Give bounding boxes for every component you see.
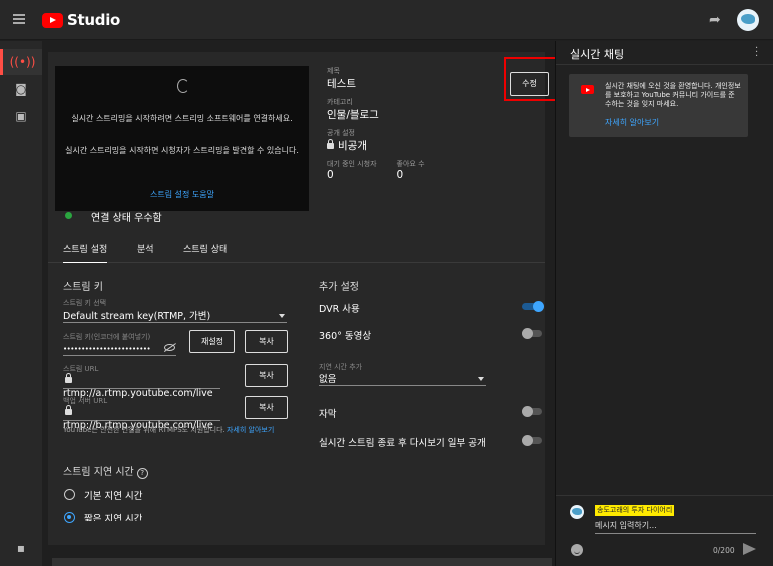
visibility-label: 공개 설정 [327, 129, 355, 137]
menu-icon[interactable] [13, 14, 25, 24]
stream-preview: 실시간 스트리밍을 시작하려면 스트리밍 소프트웨어를 연결하세요. 실시간 스… [55, 66, 309, 211]
tab-stream-settings[interactable]: 스트림 설정 [63, 242, 108, 264]
character-counter: 0/200 [713, 546, 735, 555]
copy-backup-url-button[interactable]: 복사 [245, 396, 288, 419]
copy-url-button[interactable]: 복사 [245, 364, 288, 387]
stream-key-field[interactable]: •••••••••••••••••••••••• [63, 341, 176, 356]
status-text: 연결 상태 우수함 [91, 213, 162, 224]
loading-spinner-icon [177, 79, 189, 93]
viewers-label: 대기 중인 시청자 [327, 160, 377, 168]
lock-icon [327, 139, 334, 149]
username-chip: 송도고래의 투자 다이어리 [595, 505, 675, 516]
welcome-text: 실시간 채팅에 오신 것을 환영합니다. 개인정보를 보호하고 YouTube … [605, 82, 741, 108]
chevron-down-icon [279, 314, 285, 318]
feedback-icon[interactable]: ▪ [0, 535, 42, 561]
category-value: 인물/블로그 [327, 109, 379, 121]
live-stream-icon[interactable]: ((•)) [0, 49, 42, 75]
dvr-toggle[interactable] [522, 301, 544, 312]
stream-tabs: 스트림 설정 분석 스트림 상태 [48, 237, 545, 264]
chat-input-area: 송도고래의 투자 다이어리 메시지 입력하기... 0/200 [556, 495, 773, 566]
lock-icon [65, 405, 72, 415]
video360-label: 360° 동영상 [319, 331, 372, 342]
rtmps-learn-more-link[interactable]: 자세히 알아보기 [227, 426, 274, 434]
stream-url-field[interactable]: rtmp://a.rtmp.youtube.com/live [63, 373, 220, 399]
stream-key-heading: 스트림 키 [63, 282, 103, 293]
delay-select[interactable]: 없음 [319, 371, 486, 386]
captions-toggle[interactable] [522, 406, 544, 417]
tab-analytics[interactable]: 분석 [137, 242, 154, 255]
visibility-value: 비공개 [327, 138, 487, 153]
radio-normal-latency[interactable] [64, 489, 75, 500]
stream-key-select-label: 스트림 키 선택 [63, 299, 107, 307]
lock-icon [65, 373, 72, 383]
latency-heading-text: 스트림 지연 시간 [63, 467, 134, 478]
title-label: 제목 [327, 67, 340, 75]
dvr-label: DVR 사용 [319, 304, 360, 315]
app-name: Studio [67, 11, 121, 29]
stream-key-select-value: Default stream key(RTMP, 가변) [63, 311, 211, 322]
chat-learn-more-link[interactable]: 자세히 알아보기 [605, 117, 659, 128]
preview-message-discover: 실시간 스트리밍을 시작하면 시청자가 스트리밍을 발견할 수 있습니다. [65, 146, 299, 155]
top-bar: Studio ➦ [0, 0, 773, 40]
chat-title: 실시간 채팅 [570, 48, 625, 61]
likes-stat: 좋아요 수 0 [397, 159, 425, 187]
camera-icon[interactable]: ◙ [0, 76, 42, 102]
calendar-icon[interactable]: ▣ [0, 103, 42, 129]
chat-message-input[interactable]: 메시지 입력하기... [595, 520, 756, 534]
additional-settings-heading: 추가 설정 [319, 282, 359, 293]
studio-logo[interactable]: Studio [42, 10, 120, 30]
more-vertical-icon[interactable]: · · · [755, 44, 758, 62]
low-latency-label: 짧은 지연 시간 [84, 514, 143, 521]
category-label: 카테고리 [327, 98, 353, 106]
chat-header: 실시간 채팅 · · · [556, 41, 773, 65]
connection-status: 연결 상태 우수함 [48, 203, 545, 229]
tab-stream-health[interactable]: 스트림 상태 [183, 242, 227, 255]
horizontal-scrollbar[interactable] [52, 558, 552, 566]
user-avatar [570, 505, 584, 519]
emoji-icon[interactable] [571, 544, 583, 556]
copy-key-button[interactable]: 복사 [245, 330, 288, 353]
preview-message-connect: 실시간 스트리밍을 시작하려면 스트리밍 소프트웨어를 연결하세요. [71, 114, 293, 123]
stream-key-select[interactable]: Default stream key(RTMP, 가변) [63, 308, 287, 323]
account-avatar[interactable] [737, 9, 759, 31]
video360-toggle[interactable] [522, 328, 544, 339]
reset-key-button[interactable]: 재설정 [189, 330, 235, 353]
delay-value: 없음 [319, 374, 337, 385]
status-indicator [65, 212, 72, 219]
rtmps-note: YouTube는 안전한 연결을 위해 RTMPS도 지원합니다. 자세히 알아… [63, 426, 291, 435]
latency-heading: 스트림 지연 시간? [63, 463, 148, 479]
captions-label: 자막 [319, 409, 337, 420]
live-chat-panel: 실시간 채팅 · · · 실시간 채팅에 오신 것을 환영합니다. 개인정보를 보호… [555, 41, 773, 566]
stream-key-value: •••••••••••••••••••••••• [63, 345, 151, 353]
stream-settings-panel: 스트림 키 스트림 키 선택 Default stream key(RTMP, … [48, 263, 545, 545]
replay-toggle[interactable] [522, 435, 544, 446]
likes-label: 좋아요 수 [396, 160, 425, 168]
radio-low-latency[interactable] [64, 512, 75, 523]
viewers-value: 0 [327, 169, 334, 181]
chevron-down-icon [478, 377, 484, 381]
viewers-stat: 대기 중인 시청자 0 [327, 159, 377, 187]
left-rail: ((•)) ◙ ▣ ▪ [0, 41, 42, 566]
stream-details: 제목 테스트 카테고리 인물/블로그 공개 설정 비공개 대기 중인 시청자 0… [327, 66, 487, 187]
normal-latency-label: 기본 지연 시간 [84, 491, 143, 502]
help-icon[interactable]: ? [136, 468, 148, 479]
likes-value: 0 [396, 169, 404, 181]
replay-label: 실시간 스트림 종료 후 다시보기 일부 공개 [319, 438, 486, 449]
share-icon[interactable]: ➦ [709, 13, 725, 27]
backup-url-field[interactable]: rtmp://b.rtmp.youtube.com/live [63, 405, 220, 431]
stream-setup-help-link[interactable]: 스트림 설정 도움말 [55, 189, 309, 200]
stream-stats: 대기 중인 시청자 0 좋아요 수 0 [327, 159, 487, 187]
title-value: 테스트 [327, 78, 356, 90]
edit-button-highlight [504, 57, 557, 101]
main-panel: 실시간 스트리밍을 시작하려면 스트리밍 소프트웨어를 연결하세요. 실시간 스… [42, 41, 555, 566]
chat-welcome-message: 실시간 채팅에 오신 것을 환영합니다. 개인정보를 보호하고 YouTube … [569, 74, 748, 137]
hide-eye-icon[interactable] [164, 344, 175, 351]
rtmps-note-text: YouTube는 안전한 연결을 위해 RTMPS도 지원합니다. [63, 426, 225, 434]
send-icon[interactable] [743, 543, 756, 555]
visibility-text: 비공개 [338, 140, 367, 152]
youtube-logo-icon [42, 12, 63, 28]
youtube-logo-icon [581, 85, 594, 94]
